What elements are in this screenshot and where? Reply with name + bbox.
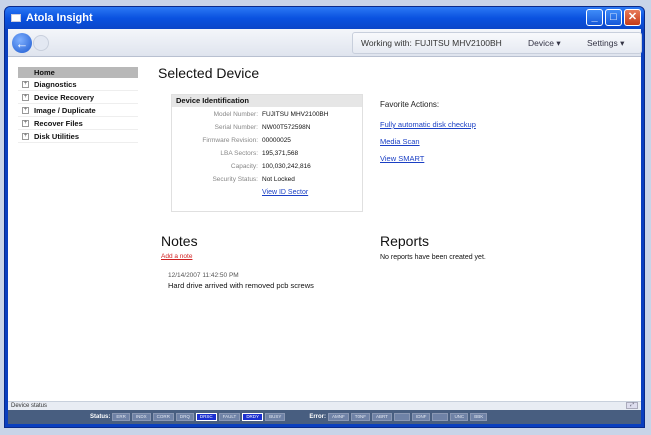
device-status-label: Device status [11,403,48,409]
error-flag: T0NF [350,413,371,421]
expand-icon[interactable]: + [22,119,29,127]
media-scan-link[interactable]: Media Scan [380,137,420,146]
sidebar-item-label: Diagnostics [34,79,77,89]
note-timestamp: 12/14/2007 11:42:50 PM [168,272,239,279]
error-flags-label: Error: [309,414,327,420]
client-area: ← Working with: FUJITSU MHV2100BH Device… [8,29,642,424]
view-smart-link[interactable]: View SMART [380,154,424,163]
close-icon[interactable]: ✕ [624,9,641,26]
status-flag: CORR [152,413,174,421]
status-flags-label: Status: [90,414,111,420]
error-flag: IDNF [411,413,431,421]
sidebar-item-label: Disk Utilities [34,131,80,141]
favorite-actions-title: Favorite Actions: [380,100,440,109]
device-row-value: FUJITSU MHV2100BH [262,111,329,118]
sidebar-item-image-duplicate[interactable]: + Image / Duplicate [18,104,138,117]
reports-title: Reports [380,233,430,249]
status-flag: DRDY [242,413,264,421]
device-row-key: Serial Number: [214,124,258,131]
device-identification-heading: Device Identification [172,95,362,107]
fully-automatic-checkup-link[interactable]: Fully automatic disk checkup [380,120,476,129]
error-flag [432,413,449,421]
sidebar-item-label: Device Recovery [34,92,95,102]
working-label: Working with: [361,38,412,48]
sidebar-item-label: Image / Duplicate [34,105,96,115]
sidebar-item-diagnostics[interactable]: + Diagnostics [18,78,138,91]
maximize-icon[interactable]: □ [605,9,622,26]
device-row: Firmware Revision: 00000025 [172,137,360,147]
device-status-line: Device status ⤢ [8,401,641,410]
note-text: Hard drive arrived with removed pcb scre… [168,281,314,290]
sidebar: Home + Diagnostics + Device Recovery + Imag… [18,67,138,143]
add-note-link[interactable]: Add a note [161,253,192,260]
forward-arrow-icon[interactable] [33,35,49,51]
screen: Atola Insight _ □ ✕ ← Working with: FUJI… [0,0,651,435]
status-flag: DRSC [195,413,217,421]
device-row-key: Model Number: [213,111,258,118]
status-flag: BUSY [265,413,286,421]
window-title: Atola Insight [26,12,93,24]
reports-empty-text: No reports have been created yet. [380,254,486,261]
device-row: Serial Number: NW00T572598N [172,124,360,134]
device-menu[interactable]: Device ▾ [528,38,561,49]
sidebar-item-disk-utilities[interactable]: + Disk Utilities [18,130,138,143]
expand-icon[interactable]: + [22,106,29,114]
status-bar: Status: ERR INDX CORR DRQ DRSC FAULT DRD… [8,410,641,424]
device-row-key: Firmware Revision: [202,137,258,144]
minimize-icon[interactable]: _ [586,9,603,26]
device-identification-box: Device Identification Model Number: FUJI… [171,94,363,212]
app-window: Atola Insight _ □ ✕ ← Working with: FUJI… [4,6,645,428]
device-row: Security Status: Not Locked [172,176,360,186]
device-row-value: 195,371,568 [262,150,299,157]
error-flag: AMNF [328,413,349,421]
status-flag: ERR [112,413,130,421]
resize-icon[interactable]: ⤢ [626,402,638,409]
app-icon [11,14,21,22]
title-bar: Atola Insight _ □ ✕ [5,7,644,29]
working-device-name: FUJITSU MHV2100BH [414,38,502,48]
error-flag: BBK [470,413,488,421]
sidebar-item-device-recovery[interactable]: + Device Recovery [18,91,138,104]
device-row-key: Security Status: [212,176,258,183]
device-row: LBA Sectors: 195,371,568 [172,150,360,160]
device-row-value: Not Locked [262,176,295,183]
error-flag: ABRT [372,413,392,421]
toolbar: ← Working with: FUJITSU MHV2100BH Device… [8,29,642,57]
expand-icon[interactable]: + [22,132,29,140]
device-row-key: LBA Sectors: [220,150,258,157]
status-flag: INDX [131,413,151,421]
sidebar-item-label: Recover Files [34,118,83,128]
window-controls: _ □ ✕ [586,9,641,26]
device-row-value: 100,030,242,816 [262,163,311,170]
expand-icon[interactable]: + [22,80,29,88]
device-row: Capacity: 100,030,242,816 [172,163,360,173]
device-row-key: Capacity: [230,163,258,170]
settings-menu[interactable]: Settings ▾ [587,38,624,49]
expand-icon[interactable]: + [22,93,29,101]
device-row-value: 00000025 [262,137,291,144]
device-row: Model Number: FUJITSU MHV2100BH [172,111,360,121]
device-row-value: NW00T572598N [262,124,311,131]
status-flag: FAULT [218,413,241,421]
sidebar-item-recover-files[interactable]: + Recover Files [18,117,138,130]
back-arrow-icon[interactable]: ← [12,33,32,53]
error-flag [393,413,410,421]
status-flag: DRQ [175,413,194,421]
sidebar-item-home[interactable]: Home [18,67,138,78]
page-title: Selected Device [158,65,260,81]
view-id-sector-link[interactable]: View ID Sector [262,189,308,196]
error-flag: UNC [450,413,469,421]
notes-title: Notes [161,233,198,249]
